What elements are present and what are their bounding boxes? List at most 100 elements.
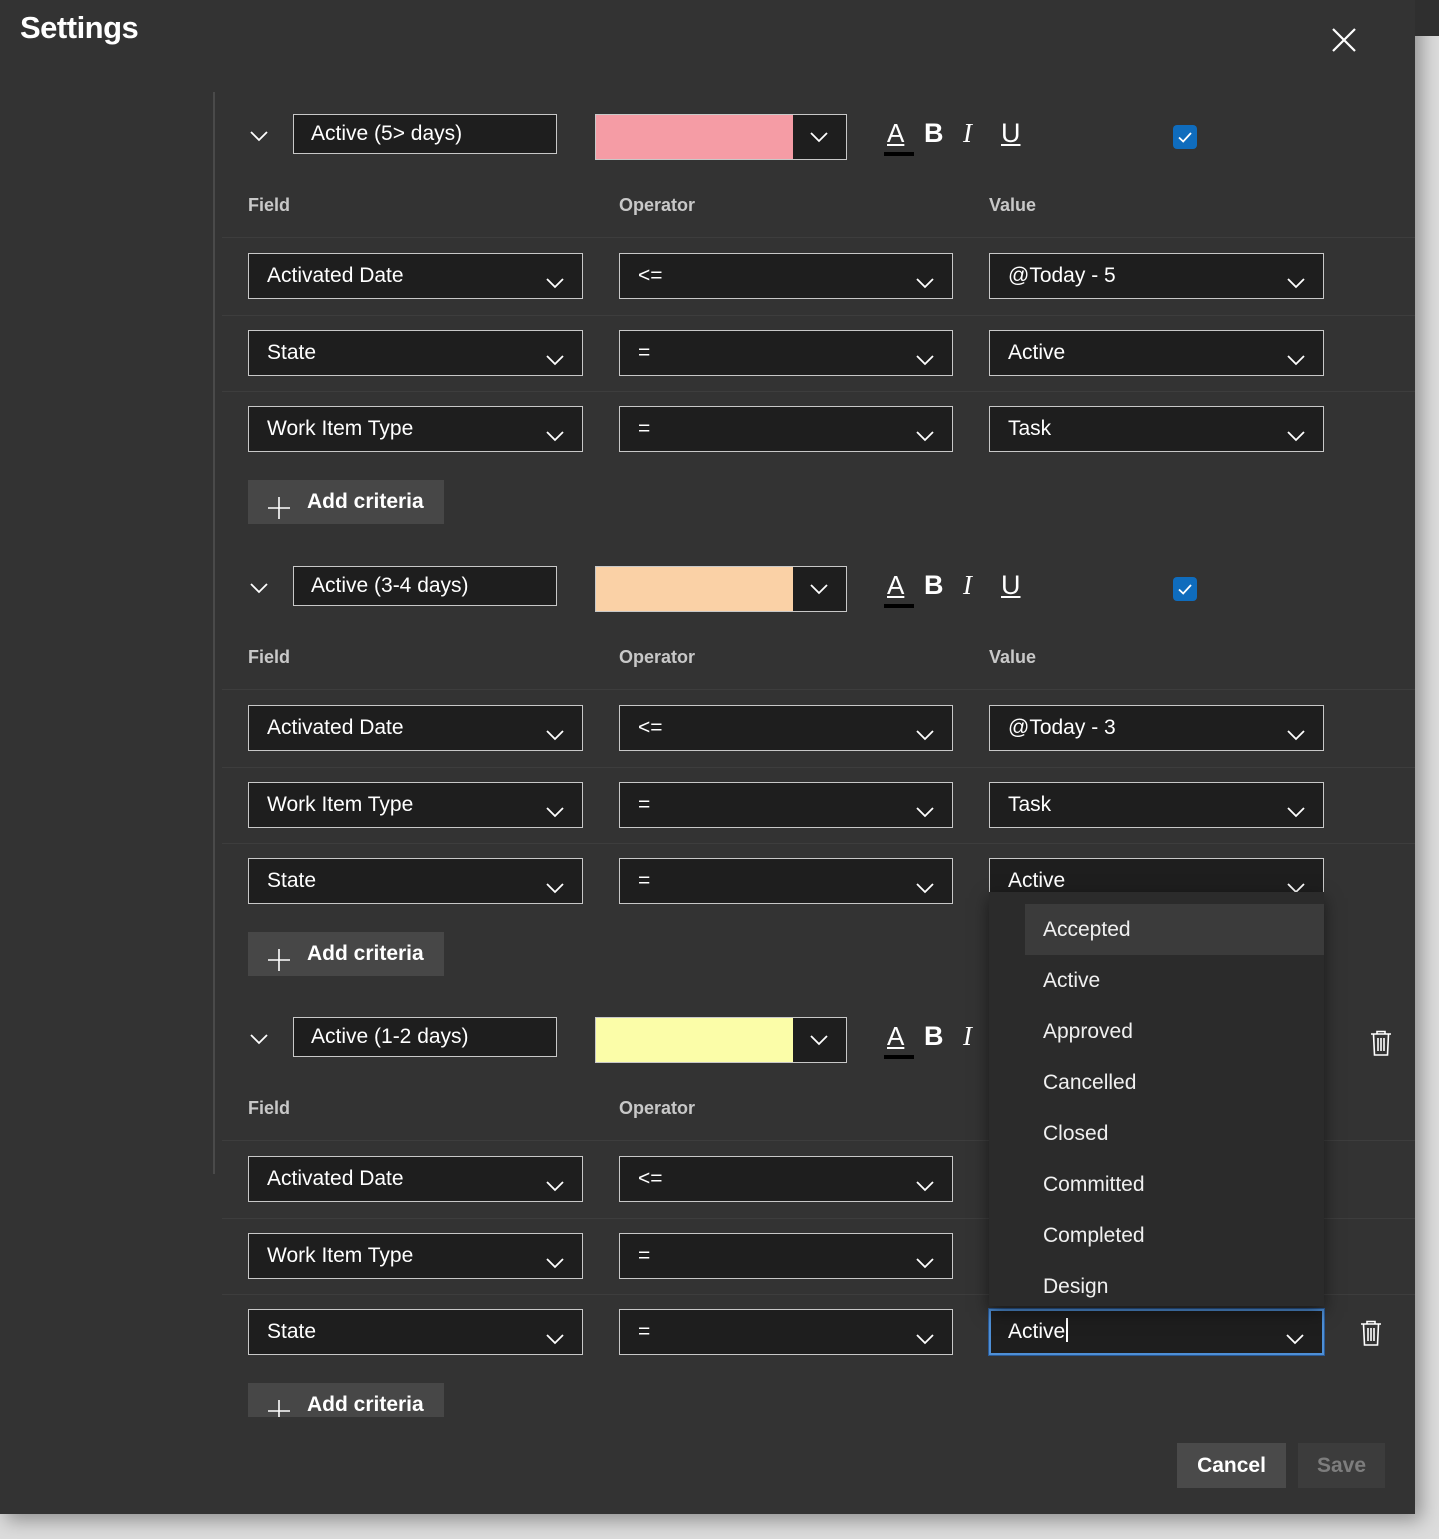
bold-button[interactable]: B (924, 1021, 944, 1052)
menu-item-design[interactable]: Design (1025, 1261, 1324, 1306)
rule-enabled-checkbox[interactable] (1173, 577, 1197, 601)
operator-dropdown[interactable]: = (619, 1309, 953, 1355)
collapse-chevron-icon[interactable] (248, 125, 270, 147)
chevron-down-icon (808, 126, 830, 148)
column-label-field: Field (248, 195, 291, 215)
chevron-down-icon (544, 1322, 566, 1345)
bold-button[interactable]: B (924, 118, 944, 149)
operator-dropdown[interactable]: <= (619, 1156, 953, 1202)
add-criteria-button[interactable]: Add criteria (248, 480, 444, 524)
bold-button[interactable]: B (924, 570, 944, 601)
rule-name-input[interactable]: Active (3-4 days) (293, 566, 557, 606)
font-color-button[interactable]: A (884, 570, 914, 608)
chevron-down-icon (1285, 343, 1307, 366)
underline-button[interactable]: U (1001, 118, 1021, 149)
value-dropdown-text: @Today - 3 (1008, 716, 1116, 739)
value-dropdown[interactable]: Task (989, 782, 1324, 828)
background-color-picker[interactable] (595, 1017, 847, 1063)
operator-dropdown[interactable]: = (619, 858, 953, 904)
italic-button[interactable]: I (963, 1021, 972, 1052)
row-separator (222, 689, 1415, 690)
column-label-field: Field (248, 1098, 291, 1118)
text-caret (1066, 1318, 1069, 1342)
add-criteria-button[interactable]: Add criteria (248, 932, 444, 976)
value-dropdown-text: Active (1008, 1320, 1066, 1343)
operator-dropdown[interactable]: = (619, 330, 953, 376)
background-color-picker[interactable] (595, 114, 847, 160)
menu-item-approved[interactable]: Approved (1025, 1006, 1324, 1057)
field-dropdown[interactable]: Work Item Type (248, 782, 583, 828)
field-dropdown-text: State (267, 869, 317, 892)
operator-dropdown[interactable]: = (619, 1233, 953, 1279)
plus-icon (268, 491, 290, 519)
italic-button[interactable]: I (963, 118, 972, 149)
operator-dropdown[interactable]: = (619, 406, 953, 452)
add-criteria-label: Add criteria (307, 490, 424, 513)
close-icon[interactable] (1328, 24, 1360, 56)
column-label-value: Value (989, 195, 1037, 215)
font-color-letter: A (887, 1021, 905, 1051)
save-button[interactable]: Save (1298, 1443, 1385, 1488)
field-dropdown[interactable]: State (248, 330, 583, 376)
field-dropdown[interactable]: Activated Date (248, 253, 583, 299)
field-dropdown[interactable]: Activated Date (248, 1156, 583, 1202)
rule-name-input[interactable]: Active (1-2 days) (293, 1017, 557, 1057)
value-dropdown[interactable]: Active (989, 1309, 1324, 1355)
chevron-down-icon (1284, 1323, 1306, 1345)
field-dropdown-text: Activated Date (267, 716, 404, 739)
operator-dropdown[interactable]: <= (619, 705, 953, 751)
chevron-down-icon (544, 718, 566, 741)
field-dropdown[interactable]: State (248, 858, 583, 904)
background-color-picker[interactable] (595, 566, 847, 612)
column-label-field: Field (248, 647, 291, 667)
font-color-letter: A (887, 570, 905, 600)
field-dropdown-text: State (267, 341, 317, 364)
underline-button[interactable]: U (1001, 570, 1021, 601)
state-options-menu: Accepted Active Approved Cancelled Closed Com… (989, 892, 1324, 1306)
chevron-down-icon (1285, 871, 1307, 894)
chevron-down-icon (1285, 795, 1307, 818)
delete-criteria-icon[interactable] (1359, 1320, 1383, 1346)
collapse-chevron-icon[interactable] (248, 577, 270, 599)
chevron-down-icon (914, 266, 936, 289)
menu-item-active[interactable]: Active (1025, 955, 1324, 1006)
value-dropdown[interactable]: Active (989, 330, 1324, 376)
operator-dropdown-text: = (638, 869, 651, 892)
field-dropdown[interactable]: Activated Date (248, 705, 583, 751)
chevron-down-icon (914, 1246, 936, 1269)
plus-icon (268, 943, 290, 971)
value-dropdown[interactable]: @Today - 5 (989, 253, 1324, 299)
column-label-value: Value (989, 647, 1037, 667)
chevron-down-icon (544, 266, 566, 289)
chevron-down-icon (1285, 266, 1307, 289)
operator-dropdown-text: = (638, 341, 651, 364)
color-swatch (596, 1018, 793, 1062)
menu-item-closed[interactable]: Closed (1025, 1108, 1324, 1159)
value-dropdown[interactable]: Task (989, 406, 1324, 452)
menu-item-completed[interactable]: Completed (1025, 1210, 1324, 1261)
chevron-down-icon (914, 1322, 936, 1345)
operator-dropdown[interactable]: <= (619, 253, 953, 299)
chevron-down-icon (808, 578, 830, 600)
cancel-button[interactable]: Cancel (1177, 1443, 1286, 1488)
italic-button[interactable]: I (963, 570, 972, 601)
menu-item-cancelled[interactable]: Cancelled (1025, 1057, 1324, 1108)
font-color-button[interactable]: A (884, 118, 914, 156)
window-edge (1415, 0, 1439, 36)
rule-name-input[interactable]: Active (5> days) (293, 114, 557, 154)
chevron-down-icon (808, 1029, 830, 1051)
menu-item-accepted[interactable]: Accepted (1025, 904, 1324, 955)
row-separator (222, 237, 1415, 238)
rule-enabled-checkbox[interactable] (1173, 125, 1197, 149)
field-dropdown[interactable]: Work Item Type (248, 1233, 583, 1279)
font-color-button[interactable]: A (884, 1021, 914, 1059)
delete-rule-icon[interactable] (1369, 1030, 1393, 1056)
menu-item-committed[interactable]: Committed (1025, 1159, 1324, 1210)
value-dropdown-text: Task (1008, 417, 1052, 440)
value-dropdown[interactable]: @Today - 3 (989, 705, 1324, 751)
collapse-chevron-icon[interactable] (248, 1028, 270, 1050)
operator-dropdown[interactable]: = (619, 782, 953, 828)
field-dropdown[interactable]: Work Item Type (248, 406, 583, 452)
field-dropdown-text: Activated Date (267, 1167, 404, 1190)
field-dropdown[interactable]: State (248, 1309, 583, 1355)
